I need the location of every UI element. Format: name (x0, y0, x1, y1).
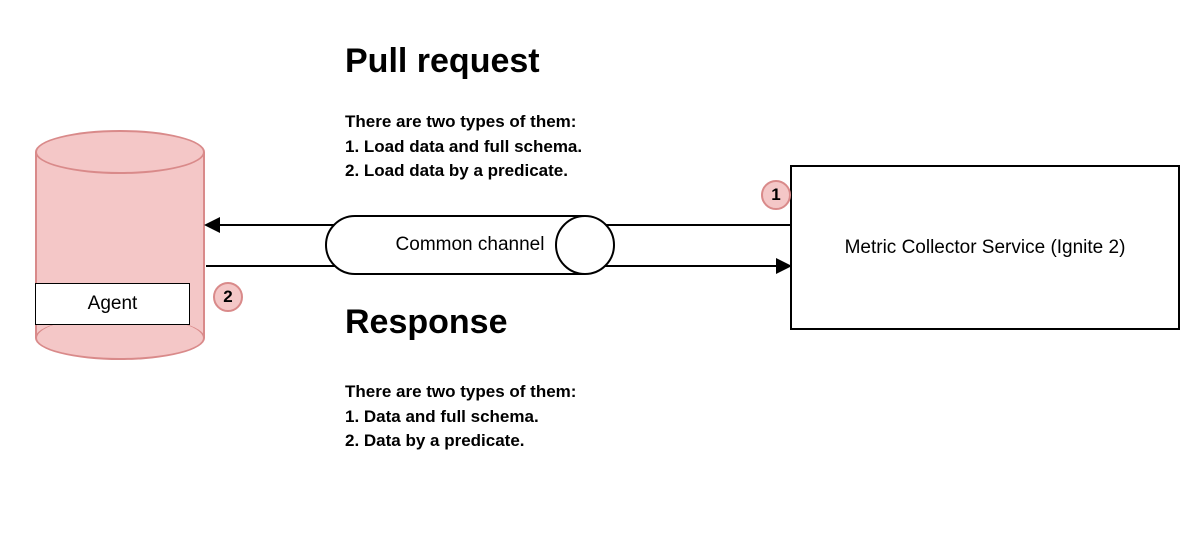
pull-request-description: There are two types of them: 1. Load dat… (345, 110, 582, 184)
agent-label: Agent (88, 293, 138, 315)
pull-request-title: Pull request (345, 42, 540, 81)
agent-cylinder (35, 130, 205, 360)
channel-label: Common channel (396, 234, 545, 256)
cylinder-top (35, 130, 205, 174)
badge-1-label: 1 (771, 185, 780, 205)
service-box: Metric Collector Service (Ignite 2) (790, 165, 1180, 330)
service-label: Metric Collector Service (Ignite 2) (845, 237, 1126, 259)
response-description: There are two types of them: 1. Data and… (345, 380, 576, 454)
badge-2-label: 2 (223, 287, 232, 307)
pull-desc-item-1: 1. Load data and full schema. (345, 135, 582, 160)
response-desc-item-2: 2. Data by a predicate. (345, 429, 576, 454)
pull-desc-intro: There are two types of them: (345, 110, 582, 135)
response-desc-item-1: 1. Data and full schema. (345, 405, 576, 430)
badge-2: 2 (213, 282, 243, 312)
response-title: Response (345, 303, 508, 342)
agent-box: Agent (35, 283, 190, 325)
response-desc-intro: There are two types of them: (345, 380, 576, 405)
channel-body: Common channel (355, 215, 585, 275)
pull-desc-item-2: 2. Load data by a predicate. (345, 159, 582, 184)
common-channel: Common channel (325, 215, 615, 275)
badge-1: 1 (761, 180, 791, 210)
channel-cap-right (555, 215, 615, 275)
